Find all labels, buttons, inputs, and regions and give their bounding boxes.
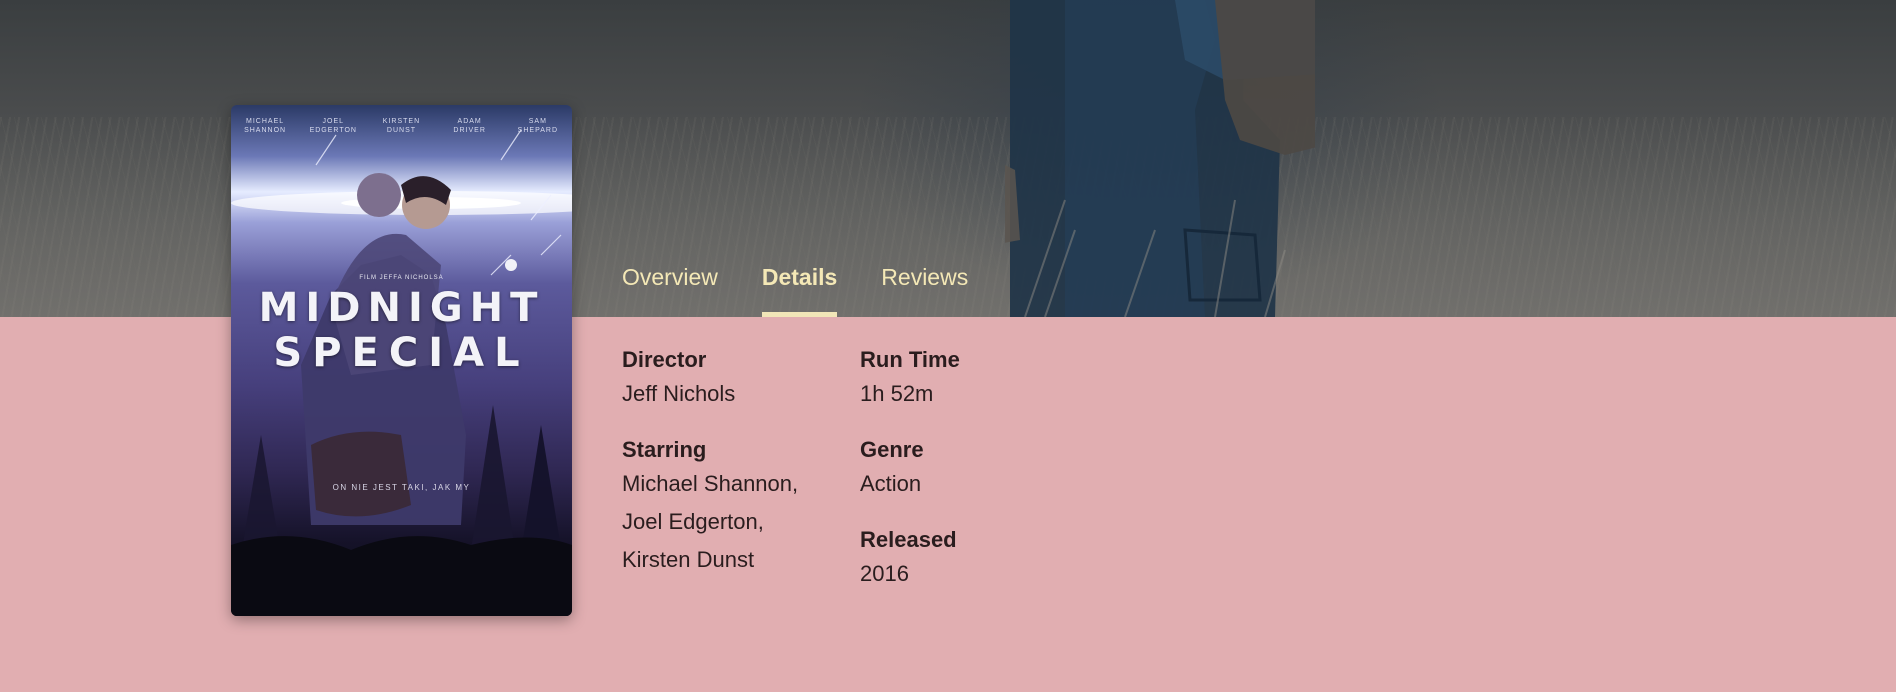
poster-film-by: FILM JEFFA NICHOLSA — [359, 275, 444, 281]
poster-title-line1: MIDNIGHT — [258, 285, 545, 331]
genre-label: Genre — [860, 437, 924, 462]
poster-credit: KIRSTEN DUNST — [382, 118, 421, 134]
run-time-label: Run Time — [860, 347, 960, 372]
poster-credit: JOEL EDGERTON — [309, 118, 357, 134]
starring-actor: Kirsten Dunst — [622, 547, 755, 572]
director-label: Director — [622, 347, 707, 372]
details-column-right: Run Time 1h 52m Genre Action Released 20… — [860, 345, 1098, 615]
starring-label: Starring — [622, 437, 707, 462]
tab-details[interactable]: Details — [761, 258, 838, 317]
poster-tagline: ON NIE JEST TAKI, JAK MY — [332, 483, 471, 492]
released-field: Released 2016 — [860, 525, 1098, 593]
hero-figure-image — [1005, 0, 1315, 317]
starring-field: Starring Michael Shannon, Joel Edgerton,… — [622, 435, 860, 579]
tab-reviews[interactable]: Reviews — [881, 258, 968, 317]
poster-credits: MICHAEL SHANNON JOEL EDGERTON KIRSTEN DUNST… — [231, 117, 572, 135]
starring-value: Michael Shannon, Joel Edgerton, Kirsten … — [622, 465, 860, 579]
director-field: Director Jeff Nichols — [622, 345, 860, 413]
director-value: Jeff Nichols — [622, 381, 736, 406]
poster-credit: SAM SHEPARD — [517, 118, 558, 134]
genre-value: Action — [860, 471, 922, 496]
released-label: Released — [860, 527, 957, 552]
details-panel: Director Jeff Nichols Starring Michael S… — [622, 345, 1098, 615]
details-column-left: Director Jeff Nichols Starring Michael S… — [622, 345, 860, 615]
detail-tabs: Overview Details Reviews — [622, 258, 968, 317]
poster-title-line2: SPECIAL — [273, 330, 530, 376]
poster-credit: ADAM DRIVER — [453, 118, 486, 134]
starring-actor: Joel Edgerton, — [622, 509, 764, 534]
starring-actor: Michael Shannon, — [622, 471, 799, 496]
run-time-field: Run Time 1h 52m — [860, 345, 1098, 413]
run-time-value: 1h 52m — [860, 381, 934, 406]
genre-field: Genre Action — [860, 435, 1098, 503]
tab-overview[interactable]: Overview — [622, 258, 718, 317]
released-value: 2016 — [860, 561, 909, 586]
poster-credit: MICHAEL SHANNON — [244, 118, 287, 134]
movie-poster[interactable]: MICHAEL SHANNON JOEL EDGERTON KIRSTEN DUNST… — [231, 105, 572, 616]
